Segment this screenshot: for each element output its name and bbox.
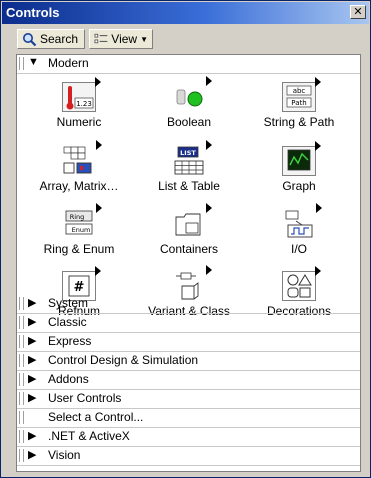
containers-icon [172, 203, 212, 239]
drag-grip-icon[interactable] [19, 411, 24, 424]
drag-grip-icon[interactable] [19, 430, 24, 443]
palette-item-numeric[interactable]: 1.23 Numeric [24, 77, 134, 129]
item-label: Ring & Enum [43, 242, 115, 256]
search-label: Search [40, 32, 79, 46]
category-express[interactable]: ▶ Express [17, 333, 360, 352]
view-button[interactable]: View ▼ [89, 29, 153, 49]
window-title: Controls [6, 5, 60, 20]
drag-grip-icon[interactable] [19, 392, 24, 405]
list-icon-text: LIST [180, 149, 196, 157]
category-label: Select a Control... [48, 410, 144, 424]
view-label: View [111, 32, 138, 46]
palette-item-list-table[interactable]: LIST List & Table [134, 140, 244, 193]
item-label: Array, Matrix… [39, 179, 119, 193]
drag-grip-icon[interactable] [19, 335, 24, 348]
category-label: User Controls [48, 391, 122, 405]
string-icon-text: abc [293, 87, 306, 95]
palette-item-graph[interactable]: Graph [244, 141, 354, 193]
item-label: List & Table [158, 179, 220, 193]
view-icon [94, 33, 108, 44]
close-button[interactable]: ✕ [350, 5, 366, 19]
controls-palette-window: Controls ✕ Search View ▼ ▼ Modern 1.23 N… [0, 0, 371, 478]
drag-grip-icon[interactable] [19, 316, 24, 329]
collapsed-arrow-icon: ▶ [28, 316, 37, 328]
collapsed-arrow-icon: ▶ [28, 297, 37, 309]
category-vision[interactable]: ▶ Vision [17, 447, 360, 466]
enum-icon-text: Enum [72, 226, 91, 234]
drag-grip-icon[interactable] [19, 449, 24, 462]
drag-grip-icon[interactable] [19, 57, 24, 70]
drag-grip-icon[interactable] [19, 354, 24, 367]
drag-grip-icon[interactable] [19, 297, 24, 310]
item-label: String & Path [263, 115, 335, 129]
list-table-icon: LIST [172, 140, 212, 176]
expanded-arrow-icon: ▼ [28, 56, 39, 68]
category-label: Control Design & Simulation [48, 353, 199, 367]
collapsed-arrow-icon: ▶ [28, 430, 37, 442]
category-label: .NET & ActiveX [48, 429, 130, 443]
category-label: Modern [48, 56, 89, 70]
collapsed-arrow-icon: ▶ [28, 373, 37, 385]
search-icon [23, 32, 37, 46]
item-label: Boolean [166, 115, 212, 129]
category-label: Classic [48, 315, 87, 329]
io-icon [282, 203, 322, 239]
collapsed-arrow-icon: ▶ [28, 449, 37, 461]
item-label: I/O [290, 242, 307, 256]
category-modern[interactable]: ▼ Modern [17, 55, 360, 74]
item-label: Graph [282, 179, 316, 193]
numeric-icon: 1.23 [62, 77, 101, 112]
search-button[interactable]: Search [17, 29, 85, 49]
category-user-controls[interactable]: ▶ User Controls [17, 390, 360, 409]
palette-item-containers[interactable]: Containers [134, 203, 244, 256]
category-label: System [48, 296, 89, 310]
boolean-icon [172, 76, 212, 112]
ring-icon-text: Ring [70, 213, 85, 221]
numeric-icon-text: 1.23 [76, 100, 92, 108]
category-system[interactable]: ▶ System [17, 295, 360, 314]
category-label: Express [48, 334, 92, 348]
category-label: Addons [48, 372, 89, 386]
palette-item-io[interactable]: I/O [244, 203, 354, 256]
collapsed-arrow-icon: ▶ [28, 335, 37, 347]
string-path-icon: abc Path [282, 77, 321, 112]
category-addons[interactable]: ▶ Addons [17, 371, 360, 390]
graph-icon [282, 141, 321, 176]
palette-item-ring-enum[interactable]: Ring Enum Ring & Enum [24, 203, 134, 256]
select-a-control-item[interactable]: Select a Control... [17, 409, 360, 428]
refnum-icon-text: # [74, 280, 85, 295]
category-classic[interactable]: ▶ Classic [17, 314, 360, 333]
item-label: Numeric [56, 115, 102, 129]
collapsed-arrow-icon: ▶ [28, 392, 37, 404]
palette-item-array-matrix[interactable]: Array, Matrix… [24, 140, 134, 193]
category-dotnet-activex[interactable]: ▶ .NET & ActiveX [17, 428, 360, 447]
title-bar[interactable]: Controls ✕ [2, 2, 369, 24]
path-icon-text: Path [291, 99, 306, 107]
ring-enum-icon: Ring Enum [62, 203, 102, 239]
drag-grip-icon[interactable] [19, 373, 24, 386]
palette-panel: ▼ Modern 1.23 Numeric Boolean abc Path S… [16, 54, 361, 472]
palette-item-string-path[interactable]: abc Path String & Path [244, 77, 354, 129]
palette-toolbar: Search View ▼ [3, 25, 368, 53]
array-matrix-icon [62, 140, 102, 176]
item-label: Containers [159, 242, 219, 256]
collapsed-arrow-icon: ▶ [28, 354, 37, 366]
palette-item-boolean[interactable]: Boolean [134, 76, 244, 129]
chevron-down-icon: ▼ [140, 34, 148, 44]
category-control-design-simulation[interactable]: ▶ Control Design & Simulation [17, 352, 360, 371]
category-label: Vision [48, 448, 81, 462]
